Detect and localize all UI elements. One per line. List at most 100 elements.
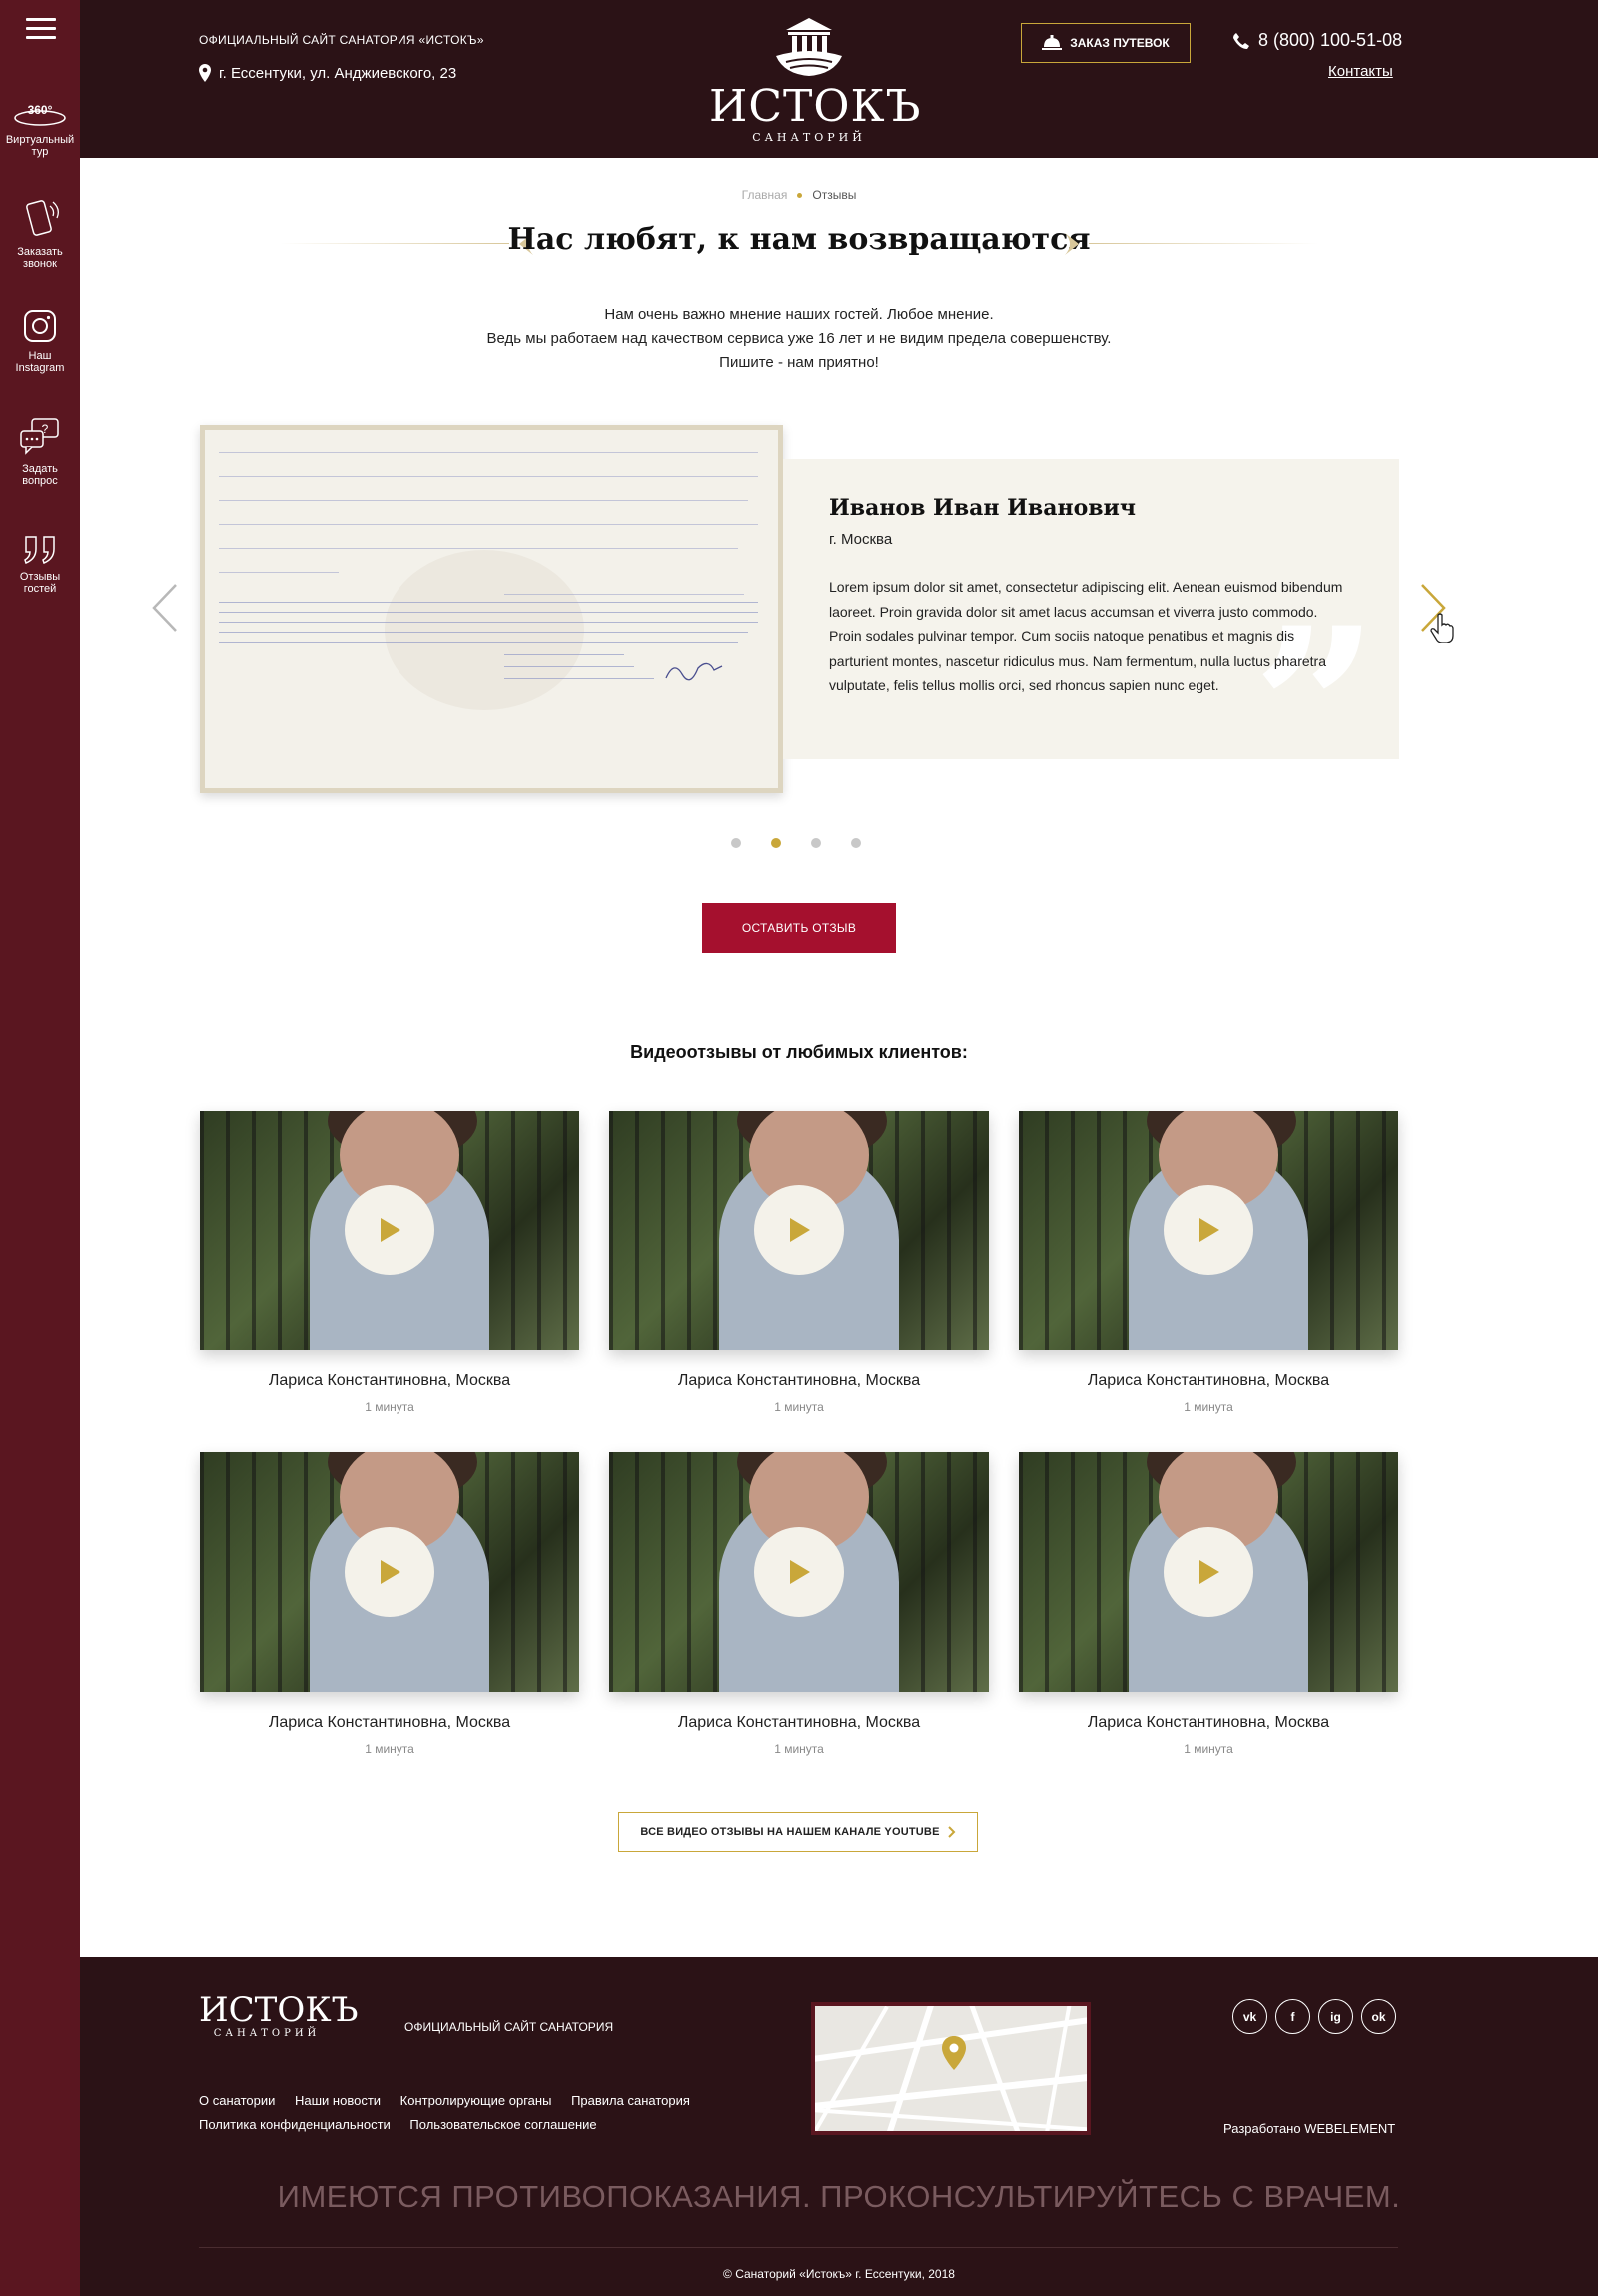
- logo[interactable]: ИСТОКЪ САНАТОРИЙ: [709, 16, 920, 144]
- footer-logo[interactable]: ИСТОКЪ САНАТОРИЙ: [199, 1990, 359, 2039]
- intro-line: Ведь мы работаем над качеством сервиса у…: [486, 330, 1112, 347]
- video-duration: 1 минута: [365, 1400, 414, 1414]
- play-icon: [790, 1560, 810, 1584]
- video-duration: 1 минута: [365, 1742, 414, 1756]
- reception-bell-icon: [1042, 35, 1063, 50]
- developer-credit[interactable]: Разработано WEBELEMENT: [1223, 2121, 1395, 2136]
- phone[interactable]: 8 (800) 100-51-08: [1232, 30, 1402, 51]
- vk-icon[interactable]: vk: [1232, 1999, 1267, 2034]
- slider-dot[interactable]: [731, 838, 741, 848]
- logo-subtitle: САНАТОРИЙ: [752, 131, 866, 144]
- video-author[interactable]: Лариса Константиновна, Москва: [1019, 1714, 1398, 1732]
- sidebar-item-virtual-tour[interactable]: 360° Виртуальный тур: [0, 100, 80, 158]
- menu-icon[interactable]: [26, 18, 56, 40]
- footer-links: О санатории Наши новости Контролирующие …: [199, 2089, 706, 2137]
- breadcrumb-current: Отзывы: [812, 188, 857, 202]
- footer-logo-subtitle: САНАТОРИЙ: [213, 2028, 321, 2039]
- videos-title: Видеоотзывы от любимых клиентов:: [630, 1042, 968, 1062]
- video-thumbnail[interactable]: [609, 1111, 989, 1350]
- video-duration: 1 минута: [1184, 1400, 1233, 1414]
- signature-icon: [665, 662, 723, 681]
- odnoklassniki-icon[interactable]: ok: [1361, 1999, 1396, 2034]
- question-chat-icon: ?: [20, 418, 59, 455]
- sidebar-item-order-call[interactable]: Заказать звонок: [0, 198, 80, 270]
- address: г. Ессентуки, ул. Анджиевского, 23: [199, 64, 456, 82]
- play-button[interactable]: [345, 1185, 434, 1275]
- video-card[interactable]: Лариса Константиновна, Москва 1 минута: [609, 1452, 989, 1756]
- play-button[interactable]: [1164, 1527, 1253, 1617]
- video-thumbnail[interactable]: [1019, 1111, 1398, 1350]
- contacts-link[interactable]: Контакты: [1328, 63, 1393, 80]
- page-title-block: Нас любят, к нам возвращаются: [280, 222, 1318, 266]
- video-thumbnail[interactable]: [1019, 1452, 1398, 1692]
- review-letter-image[interactable]: [200, 425, 783, 793]
- video-author[interactable]: Лариса Константиновна, Москва: [609, 1372, 989, 1390]
- video-thumbnail[interactable]: [200, 1452, 579, 1692]
- svg-text:360°: 360°: [28, 103, 53, 117]
- slider-dot[interactable]: [851, 838, 861, 848]
- footer-link-authorities[interactable]: Контролирующие органы: [400, 2093, 552, 2108]
- play-icon: [1199, 1218, 1219, 1242]
- sidebar-item-ask-question[interactable]: ? Задать вопрос: [0, 417, 80, 487]
- slider-dot[interactable]: [811, 838, 821, 848]
- video-duration: 1 минута: [1184, 1742, 1233, 1756]
- sidebar-item-label: Заказать звонок: [17, 246, 63, 270]
- official-site-label: ОФИЦИАЛЬНЫЙ САЙТ САНАТОРИЯ «ИСТОКЪ»: [199, 33, 484, 47]
- header: ОФИЦИАЛЬНЫЙ САЙТ САНАТОРИЯ «ИСТОКЪ» г. Е…: [80, 0, 1598, 158]
- play-button[interactable]: [754, 1185, 844, 1275]
- video-author[interactable]: Лариса Константиновна, Москва: [1019, 1372, 1398, 1390]
- video-card[interactable]: Лариса Константиновна, Москва 1 минута: [200, 1111, 579, 1414]
- title-divider-right: [1089, 243, 1318, 244]
- footer-link-privacy[interactable]: Политика конфиденциальности: [199, 2117, 391, 2132]
- review-card: ” Иванов Иван Иванович г. Москва Lorem i…: [783, 459, 1399, 819]
- footer-link-about[interactable]: О санатории: [199, 2093, 275, 2108]
- youtube-channel-label: ВСЕ ВИДЕО ОТЗЫВЫ НА НАШЕМ КАНАЛЕ YOUTUBE: [640, 1826, 940, 1838]
- slider-dot-active[interactable]: [771, 838, 781, 848]
- letter-watermark: [385, 550, 584, 710]
- play-button[interactable]: [345, 1527, 434, 1617]
- sidebar-item-label: Виртуальный тур: [5, 134, 75, 158]
- slider-prev-arrow-icon[interactable]: [150, 583, 180, 633]
- hand-cursor-icon: [1430, 613, 1454, 643]
- facebook-icon[interactable]: f: [1275, 1999, 1310, 2034]
- page-title: Нас любят, к нам возвращаются: [507, 222, 1091, 257]
- play-icon: [381, 1218, 400, 1242]
- reviewer-name: Иванов Иван Иванович: [829, 495, 1136, 521]
- play-icon: [381, 1560, 400, 1584]
- review-text: Lorem ipsum dolor sit amet, consectetur …: [829, 579, 1343, 693]
- 360-icon: 360°: [14, 103, 66, 126]
- footer-link-news[interactable]: Наши новости: [295, 2093, 381, 2108]
- intro-text: Нам очень важно мнение наших гостей. Люб…: [0, 303, 1598, 375]
- instagram-icon[interactable]: ig: [1318, 1999, 1353, 2034]
- footer-logo-name: ИСТОКЪ: [199, 1990, 359, 2030]
- breadcrumb-home[interactable]: Главная: [742, 188, 788, 202]
- intro-line: Пишите - нам приятно!: [719, 354, 879, 371]
- phone-number: 8 (800) 100-51-08: [1258, 30, 1403, 50]
- play-button[interactable]: [1164, 1185, 1253, 1275]
- video-thumbnail[interactable]: [609, 1452, 989, 1692]
- play-button[interactable]: [754, 1527, 844, 1617]
- leave-review-button[interactable]: ОСТАВИТЬ ОТЗЫВ: [702, 903, 896, 953]
- order-tours-button[interactable]: ЗАКАЗ ПУТЕВОК: [1021, 23, 1191, 63]
- video-author[interactable]: Лариса Константиновна, Москва: [200, 1372, 579, 1390]
- map-pin-icon: [942, 2036, 966, 2070]
- video-card[interactable]: Лариса Константиновна, Москва 1 минута: [1019, 1111, 1398, 1414]
- video-card[interactable]: Лариса Константиновна, Москва 1 минута: [1019, 1452, 1398, 1756]
- social-links: vk f ig ok: [1232, 1999, 1396, 2034]
- video-author[interactable]: Лариса Константиновна, Москва: [609, 1714, 989, 1732]
- chevron-right-icon: [947, 1826, 956, 1838]
- copyright: © Санаторий «Истокъ» г. Ессентуки, 2018: [723, 2267, 955, 2281]
- sidebar-item-label: Отзывы гостей: [19, 571, 61, 595]
- footer-link-rules[interactable]: Правила санатория: [571, 2093, 690, 2108]
- video-card[interactable]: Лариса Константиновна, Москва 1 минута: [609, 1111, 989, 1414]
- video-card[interactable]: Лариса Константиновна, Москва 1 минута: [200, 1452, 579, 1756]
- youtube-channel-button[interactable]: ВСЕ ВИДЕО ОТЗЫВЫ НА НАШЕМ КАНАЛЕ YOUTUBE: [618, 1812, 978, 1852]
- sidebar-item-reviews[interactable]: Отзывы гостей: [0, 533, 80, 595]
- medical-warning: ИМЕЮТСЯ ПРОТИВОПОКАЗАНИЯ. ПРОКОНСУЛЬТИРУ…: [277, 2179, 1401, 2214]
- breadcrumb-separator: [797, 193, 803, 199]
- footer-link-agreement[interactable]: Пользовательское соглашение: [409, 2117, 596, 2132]
- video-author[interactable]: Лариса Константиновна, Москва: [200, 1714, 579, 1732]
- footer-map[interactable]: [811, 2002, 1091, 2135]
- video-thumbnail[interactable]: [200, 1111, 579, 1350]
- order-tours-label: ЗАКАЗ ПУТЕВОК: [1070, 36, 1170, 50]
